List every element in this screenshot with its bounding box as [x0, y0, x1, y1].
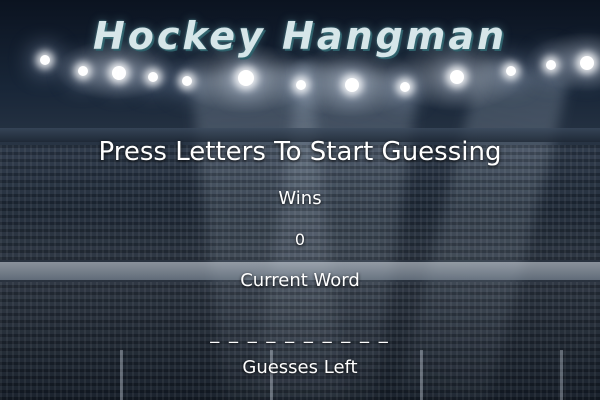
- game-overlay: Hockey Hangman Press Letters To Start Gu…: [0, 0, 600, 400]
- guesses-left-label: Guesses Left: [242, 357, 358, 378]
- wins-count: 0: [294, 230, 306, 249]
- current-word-blanks: _ _ _ _ _ _ _ _ _ _: [210, 323, 390, 344]
- current-word-label: Current Word: [240, 270, 360, 291]
- wins-label: Wins: [278, 188, 322, 209]
- start-prompt: Press Letters To Start Guessing: [98, 137, 502, 167]
- game-title: Hockey Hangman: [92, 14, 508, 58]
